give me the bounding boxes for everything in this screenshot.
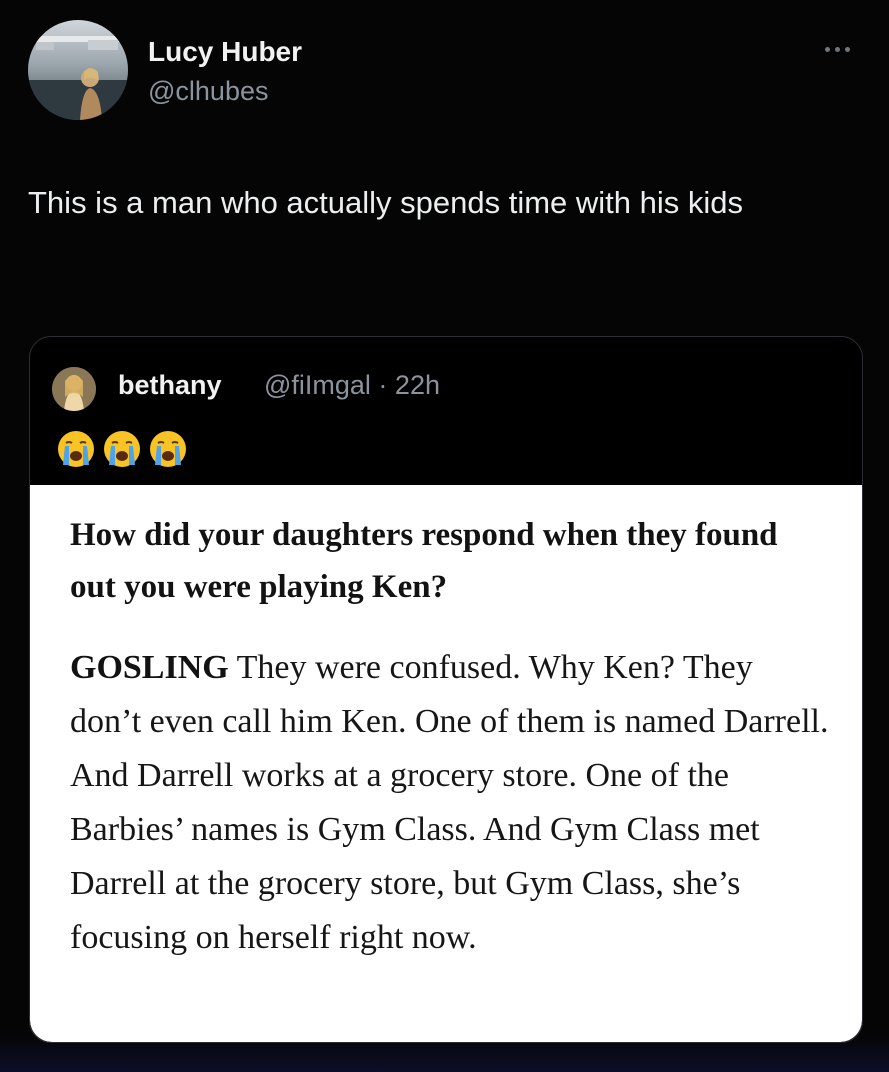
author-name[interactable]: Lucy Huber	[148, 36, 302, 68]
quoted-image-excerpt[interactable]: How did your daughters respond when they…	[30, 485, 862, 1042]
quoted-author-avatar[interactable]	[52, 367, 96, 411]
interview-answer: GOSLING They were confused. Why Ken? The…	[70, 641, 830, 965]
author-handle[interactable]: @clhubes	[148, 76, 268, 107]
crying-face-emoji	[58, 431, 94, 467]
quoted-tweet-header: bethany @fiImgal · 22h	[52, 367, 832, 411]
interview-question: How did your daughters respond when they…	[70, 517, 778, 605]
more-dot	[834, 46, 840, 52]
more-dot	[824, 46, 830, 52]
quoted-tweet-card[interactable]: bethany @fiImgal · 22h How did your daug…	[29, 336, 863, 1043]
author-avatar-image	[28, 20, 128, 120]
quoted-author-avatar-image	[52, 367, 96, 411]
quoted-handle-and-time[interactable]: @fiImgal · 22h	[264, 370, 440, 401]
more-icon[interactable]	[820, 42, 854, 56]
more-dot	[844, 46, 850, 52]
quoted-author-name[interactable]: bethany	[118, 370, 222, 401]
interview-speaker: GOSLING	[70, 649, 229, 686]
emoji-row	[56, 429, 188, 469]
tweet-text: This is a man who actually spends time w…	[28, 185, 744, 220]
author-avatar[interactable]	[28, 20, 128, 120]
interview-answer-text: They were confused. Why Ken? They don’t …	[70, 649, 829, 956]
crying-face-emoji	[104, 431, 140, 467]
crying-face-emoji	[150, 431, 186, 467]
tweet-header: Lucy Huber @clhubes	[28, 20, 868, 124]
